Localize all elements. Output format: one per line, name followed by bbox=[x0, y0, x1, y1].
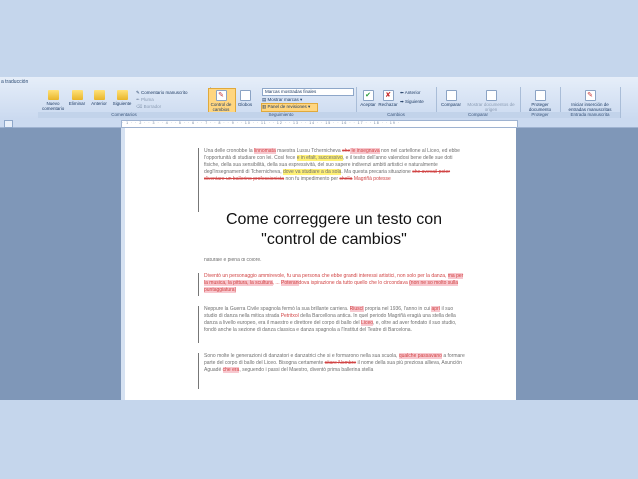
siguiente-button[interactable]: Siguiente bbox=[111, 90, 133, 106]
nuevo-comentario-button[interactable]: Nuevo comentario bbox=[42, 90, 64, 111]
paragraph-3: Neppure la Guerra Civile spagnola fermò … bbox=[204, 306, 457, 334]
panel-de-revisiones-button[interactable]: ▥ Panel de revisiones ▾ bbox=[262, 104, 310, 110]
paragraph-4: Sono molte le generazioni di danzatori e… bbox=[204, 353, 465, 374]
aceptar-button[interactable]: ✔ Aceptar bbox=[358, 90, 378, 107]
change-bar bbox=[198, 148, 199, 212]
group-entrada: ✎ Iniciar inserción de entradas manuscrit… bbox=[560, 87, 621, 118]
group-comparar: Comparar Mostrar documentos de origen Co… bbox=[436, 87, 521, 118]
track-changes-icon: ✎ bbox=[215, 90, 227, 101]
group-label-seguimiento: Seguimiento bbox=[206, 112, 356, 118]
pluma-button[interactable]: ✒ Pluma bbox=[136, 97, 154, 103]
new-comment-icon bbox=[47, 90, 59, 100]
control-de-cambios-button[interactable]: ✎ Control de cambios bbox=[209, 90, 233, 112]
paragraph-1-tail: naturale e piena di colore. bbox=[204, 257, 262, 263]
source-documents-icon bbox=[485, 90, 497, 101]
document-page[interactable]: Una delle cronobbe la linnomata maestra … bbox=[125, 128, 516, 400]
ruler-bar: · 1 · · 2 · · 3 · · 4 · · 5 · · 6 · · 7 … bbox=[0, 119, 638, 128]
comparar-button[interactable]: Comparar bbox=[438, 90, 464, 107]
group-seguimiento: ✎ Control de cambios Globos Marcas mostra… bbox=[206, 87, 357, 118]
overlay-title: Come correggere un testo con "control de… bbox=[210, 210, 458, 250]
horizontal-ruler[interactable]: · 1 · · 2 · · 3 · · 4 · · 5 · · 6 · · 7 … bbox=[121, 120, 518, 128]
ink-icon: ✎ bbox=[584, 90, 596, 101]
marcas-mostradas-dropdown[interactable]: Marcas mostradas finales bbox=[262, 88, 354, 96]
overlay-title-line-2: "control de cambios" bbox=[261, 231, 407, 248]
delete-comment-icon bbox=[71, 90, 83, 100]
word-window: a traducción Nuevo comentario Eliminar A… bbox=[0, 77, 638, 400]
group-comentarios: Nuevo comentario Eliminar Anterior Sigui… bbox=[38, 87, 211, 118]
globos-button[interactable]: Globos bbox=[236, 90, 254, 107]
anterior-cambio-button[interactable]: ⬅ Anterior bbox=[400, 90, 421, 96]
paragraph-2: Diventò un personaggio ammirevole, fu un… bbox=[204, 273, 464, 294]
siguiente-cambio-button[interactable]: ➡ Siguiente bbox=[400, 99, 424, 105]
group-cambios: ✔ Aceptar ✘ Rechazar ⬅ Anterior ➡ Siguient… bbox=[356, 87, 437, 118]
title-overlay: Come correggere un testo con "control de… bbox=[210, 206, 458, 258]
group-label-cambios: Cambios bbox=[356, 112, 436, 118]
mostrar-documentos-button[interactable]: Mostrar documentos de origen bbox=[466, 90, 516, 112]
rechazar-button[interactable]: ✘ Rechazar bbox=[378, 90, 398, 107]
change-bar bbox=[198, 273, 199, 296]
accept-icon: ✔ bbox=[362, 90, 374, 101]
change-bar bbox=[198, 306, 199, 343]
group-label-entrada: Entrada manuscrita bbox=[560, 112, 620, 118]
change-bar bbox=[198, 353, 199, 389]
reject-icon: ✘ bbox=[382, 90, 394, 101]
iniciar-insercion-button[interactable]: ✎ Iniciar inserción de entradas manuscrit… bbox=[562, 90, 618, 112]
anterior-button[interactable]: Anterior bbox=[89, 90, 109, 106]
group-label-comentarios: Comentarios bbox=[38, 112, 210, 118]
group-label-proteger: Proteger bbox=[520, 112, 560, 118]
borrador-button[interactable]: ⌫ Borrador bbox=[136, 104, 161, 110]
previous-comment-icon bbox=[93, 90, 105, 100]
balloons-icon bbox=[239, 90, 251, 101]
group-label-comparar: Comparar bbox=[436, 112, 520, 118]
protect-icon bbox=[534, 90, 546, 101]
compare-icon bbox=[445, 90, 457, 101]
ribbon-tab-row: a traducción bbox=[0, 77, 638, 87]
group-proteger: Proteger documento Proteger bbox=[520, 87, 561, 118]
eliminar-button[interactable]: Eliminar bbox=[68, 90, 86, 106]
overlay-title-line-1: Come correggere un testo con bbox=[225, 211, 443, 228]
next-comment-icon bbox=[116, 90, 128, 100]
ruler-toggle[interactable] bbox=[4, 120, 13, 128]
ribbon: a traducción Nuevo comentario Eliminar A… bbox=[0, 77, 638, 120]
comentario-manuscrito-button[interactable]: ✎ Comentario manuscrito bbox=[136, 90, 188, 96]
proteger-documento-button[interactable]: Proteger documento bbox=[522, 90, 558, 112]
paragraph-1: Una delle cronobbe la linnomata maestra … bbox=[204, 148, 460, 183]
tab-traduccion[interactable]: a traducción bbox=[1, 79, 28, 85]
